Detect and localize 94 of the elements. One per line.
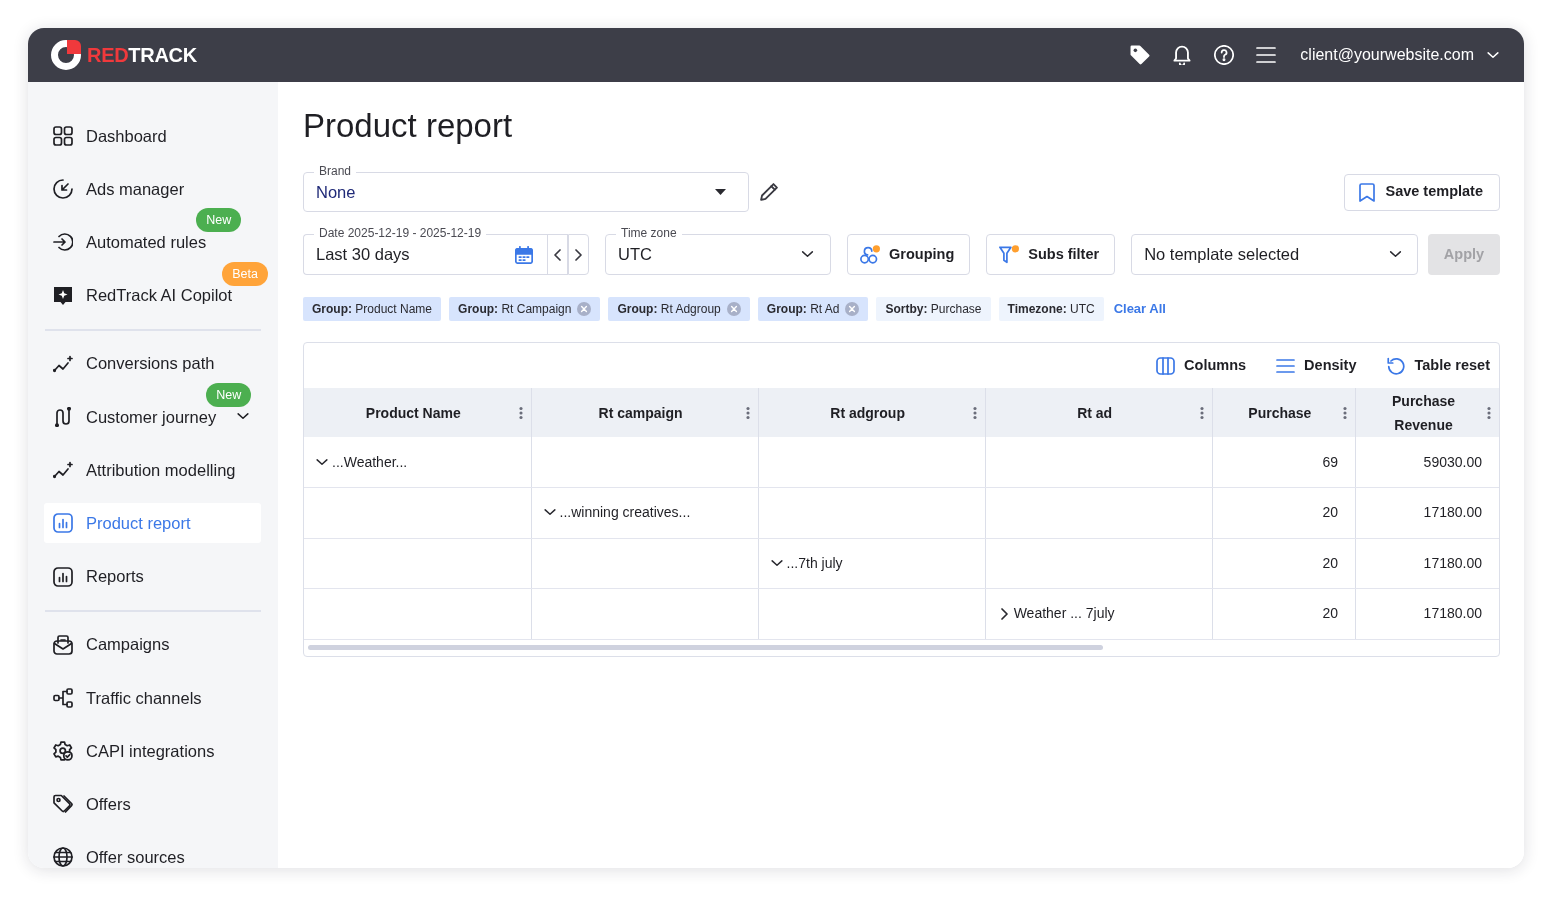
chevron-down-icon bbox=[1487, 51, 1499, 59]
chevron-down-icon[interactable] bbox=[316, 458, 328, 466]
chevron-left-icon bbox=[554, 248, 561, 261]
sidebar-item[interactable]: Campaigns bbox=[44, 634, 261, 655]
group-label: ...Weather... bbox=[332, 452, 408, 472]
tag-icon bbox=[53, 794, 73, 815]
chevron-down-icon bbox=[801, 251, 814, 258]
sidebar-item[interactable]: Automated rules bbox=[44, 232, 261, 253]
scrollbar-thumb[interactable] bbox=[308, 644, 1104, 650]
sidebar-item[interactable]: RedTrack AI Copilot bbox=[44, 285, 261, 306]
sidebar-item[interactable]: Traffic channels bbox=[44, 687, 261, 708]
table-cell: 17180.00 bbox=[1355, 588, 1499, 639]
sidebar-item[interactable]: CAPI integrations bbox=[44, 741, 261, 762]
chevron-right-icon bbox=[575, 248, 582, 261]
page-title: Product report bbox=[303, 106, 514, 146]
trend-line-icon bbox=[53, 460, 73, 481]
vertical-dots-icon[interactable] bbox=[518, 406, 523, 419]
feature-tag: New bbox=[196, 208, 242, 233]
logo-icon bbox=[50, 39, 82, 71]
chevron-down-icon[interactable] bbox=[770, 559, 783, 567]
chevron-down-icon bbox=[1389, 251, 1402, 258]
circle-arrow-icon bbox=[53, 179, 73, 200]
vertical-dots-icon[interactable] bbox=[972, 406, 977, 419]
route-icon bbox=[53, 406, 73, 427]
bell-icon[interactable] bbox=[1172, 45, 1193, 65]
chip-label: Timezone: UTC bbox=[1007, 301, 1095, 318]
feature-tag: Beta bbox=[222, 261, 268, 286]
lines-icon bbox=[1276, 356, 1296, 375]
sidebar-item[interactable]: Attribution modelling bbox=[44, 460, 261, 481]
bar-chart-icon bbox=[53, 513, 73, 534]
table-toolbar-button[interactable]: Density bbox=[1276, 354, 1357, 377]
table-cell: 69 bbox=[1212, 437, 1356, 488]
globe-icon bbox=[53, 847, 73, 868]
next-period-button[interactable] bbox=[568, 234, 589, 275]
sidebar-item[interactable]: Offers bbox=[44, 794, 261, 815]
sidebar-item[interactable]: Customer journey bbox=[44, 406, 261, 427]
chip-label: Group: Rt Adgroup bbox=[617, 301, 721, 318]
group-label: Weather ... 7july bbox=[1013, 604, 1115, 624]
sidebar-item[interactable]: Conversions path bbox=[44, 353, 261, 374]
bookmark-icon bbox=[1359, 182, 1376, 202]
vertical-dots-icon[interactable] bbox=[1343, 406, 1348, 419]
feature-tag: New bbox=[206, 382, 252, 407]
chevron-right-icon[interactable] bbox=[1000, 607, 1008, 620]
chip-label: Group: Rt Campaign bbox=[458, 301, 572, 318]
save-template-button[interactable]: Save template bbox=[1344, 173, 1500, 211]
chevron-down-icon[interactable] bbox=[237, 413, 249, 421]
vertical-dots-icon[interactable] bbox=[745, 406, 750, 419]
logo-wordmark: REDTRACK bbox=[87, 43, 197, 68]
clear-all-link[interactable]: Clear All bbox=[1113, 299, 1166, 319]
group-label: ...winning creatives... bbox=[559, 503, 691, 523]
menu-icon[interactable] bbox=[1256, 45, 1277, 65]
table-cell: 17180.00 bbox=[1355, 487, 1499, 538]
template-select[interactable]: No template selected bbox=[1131, 234, 1418, 275]
sidebar-item[interactable]: Ads manager bbox=[44, 179, 261, 200]
table-cell: 20 bbox=[1212, 588, 1356, 639]
sidebar-item[interactable]: Product report bbox=[44, 503, 261, 544]
pencil-icon[interactable] bbox=[760, 183, 778, 201]
grid-icon bbox=[53, 126, 73, 146]
table-toolbar-button[interactable]: Columns bbox=[1156, 354, 1247, 377]
chip-label: Group: Rt Ad bbox=[766, 301, 840, 318]
calendar-icon[interactable] bbox=[515, 245, 533, 264]
field-label: Brand bbox=[314, 164, 357, 178]
field-label: Date 2025-12-19 - 2025-12-19 bbox=[314, 226, 487, 240]
table-toolbar-button[interactable]: Table reset bbox=[1386, 354, 1490, 377]
sidebar-item[interactable]: Dashboard bbox=[44, 126, 261, 146]
reset-icon bbox=[1386, 356, 1406, 375]
chip-label: Sortby: Purchase bbox=[885, 301, 982, 318]
nodes-icon bbox=[53, 687, 73, 708]
previous-period-button[interactable] bbox=[547, 234, 568, 275]
chip-label: Group: Product Name bbox=[312, 301, 433, 318]
trend-line-icon bbox=[53, 353, 73, 374]
table-cell: 20 bbox=[1212, 538, 1356, 589]
sidebar-item[interactable]: Reports bbox=[44, 566, 261, 587]
envelope-icon bbox=[53, 634, 73, 655]
vertical-dots-icon[interactable] bbox=[1487, 406, 1491, 419]
table-cell: 17180.00 bbox=[1355, 538, 1499, 589]
help-icon[interactable] bbox=[1214, 45, 1235, 65]
grouping-button[interactable]: Grouping bbox=[847, 234, 971, 275]
field-label: Time zone bbox=[616, 226, 682, 240]
bar-chart-icon bbox=[53, 566, 73, 587]
vertical-dots-icon[interactable] bbox=[1199, 406, 1204, 419]
sidebar-item[interactable]: Offer sources bbox=[44, 847, 261, 868]
group-label: ...7th july bbox=[786, 553, 843, 573]
caret-down-icon bbox=[715, 189, 726, 195]
arrow-into-circle-icon bbox=[53, 232, 73, 253]
sparkle-chat-icon bbox=[53, 285, 73, 306]
table-cell: 20 bbox=[1212, 487, 1356, 538]
chevron-down-icon[interactable] bbox=[543, 509, 556, 517]
table-cell: 59030.00 bbox=[1355, 437, 1499, 488]
gear-check-icon bbox=[53, 741, 73, 762]
columns-icon bbox=[1156, 356, 1176, 375]
tag-icon[interactable] bbox=[1130, 45, 1151, 65]
account-menu[interactable]: client@yourwebsite.com bbox=[1300, 43, 1499, 67]
subs-filter-button[interactable]: Subs filter bbox=[986, 234, 1116, 275]
